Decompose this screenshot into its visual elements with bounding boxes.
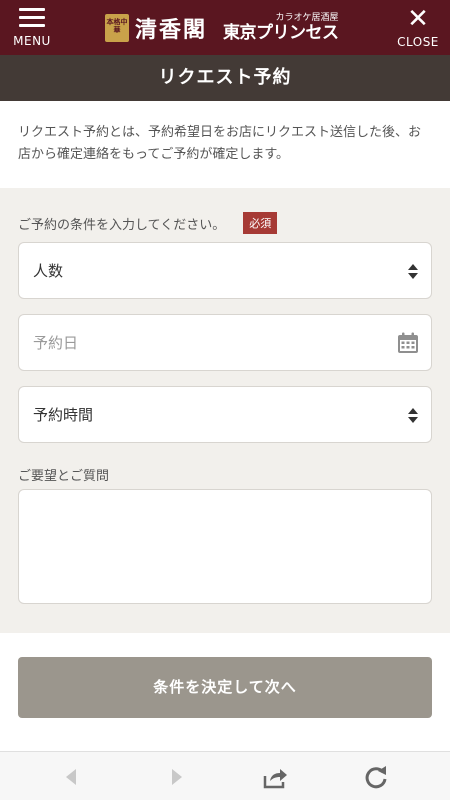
submit-conditions-button[interactable]: 条件を決定して次へ [18, 657, 432, 718]
forward-icon[interactable] [164, 764, 190, 790]
hamburger-icon [19, 8, 45, 28]
brand-primary: 清香閣 [135, 17, 208, 43]
brand-logo: 本格中華 清香閣 カラオケ居酒屋 東京プリンセス [105, 10, 339, 46]
reservation-form: ご予約の条件を入力してください。 必須 人数 予約日 予約時間 ご要望とご質問 [0, 188, 450, 633]
required-badge: 必須 [243, 212, 278, 234]
page-title: リクエスト予約 [0, 55, 450, 101]
app-header: MENU 本格中華 清香閣 カラオケ居酒屋 東京プリンセス ✕ CLOSE [0, 0, 450, 55]
brand-secondary: カラオケ居酒屋 東京プリンセス [223, 14, 339, 42]
people-select-value: 人数 [33, 262, 64, 280]
close-button[interactable]: ✕ CLOSE [394, 6, 442, 50]
time-select-value: 予約時間 [33, 406, 94, 424]
requests-label: ご要望とご質問 [18, 469, 110, 484]
menu-label: MENU [13, 34, 51, 48]
sort-icon [407, 408, 419, 424]
back-icon[interactable] [58, 764, 84, 790]
conditions-row: ご予約の条件を入力してください。 必須 [18, 212, 278, 234]
intro-text: リクエスト予約とは、予約希望日をお店にリクエスト送信した後、お店から確定連絡をも… [18, 125, 422, 162]
date-input[interactable]: 予約日 [18, 314, 432, 371]
logo-seal: 本格中華 [105, 14, 129, 42]
calendar-icon [398, 332, 418, 353]
brand-secondary-main: 東京プリンセス [223, 23, 339, 43]
menu-button[interactable]: MENU [8, 6, 56, 50]
people-select[interactable]: 人数 [18, 242, 432, 299]
reload-icon[interactable] [363, 764, 389, 790]
time-select[interactable]: 予約時間 [18, 386, 432, 443]
browser-toolbar [0, 751, 450, 800]
share-icon[interactable] [262, 764, 288, 790]
requests-textarea[interactable] [18, 489, 432, 604]
close-icon: ✕ [407, 4, 429, 34]
brand-secondary-sub: カラオケ居酒屋 [275, 13, 339, 23]
sort-icon [407, 264, 419, 280]
date-input-placeholder: 予約日 [33, 334, 79, 352]
close-label: CLOSE [397, 35, 439, 49]
conditions-label: ご予約の条件を入力してください。 [18, 217, 226, 233]
